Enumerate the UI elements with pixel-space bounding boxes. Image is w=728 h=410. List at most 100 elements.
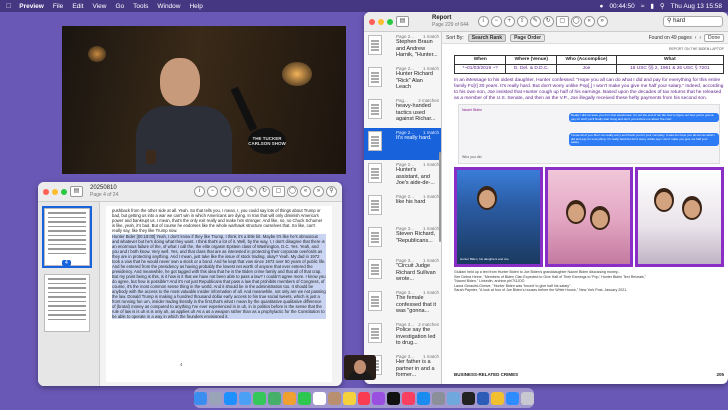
markup-toolbar-icon[interactable]: ▢ bbox=[272, 186, 285, 197]
menu-go[interactable]: Go bbox=[116, 3, 125, 10]
next-page-icon[interactable]: » bbox=[313, 186, 324, 197]
search-result-item[interactable]: Pag... 2 matches heavy-handed tactics used… bbox=[364, 96, 441, 128]
share-icon[interactable]: ⇧ bbox=[233, 186, 244, 197]
battery-icon[interactable]: ▮ bbox=[650, 2, 654, 10]
menu-app-name[interactable]: Preview bbox=[19, 3, 44, 10]
markup-toolbar-icon[interactable]: ▢ bbox=[555, 16, 569, 27]
thumbnail-sidebar[interactable]: 4 bbox=[38, 202, 100, 386]
appstore-icon[interactable] bbox=[417, 391, 430, 405]
safari-icon[interactable] bbox=[223, 391, 237, 405]
page-thumbnail[interactable] bbox=[44, 274, 90, 332]
apple-menu-icon[interactable]:  bbox=[6, 3, 11, 10]
minimize-icon[interactable] bbox=[52, 188, 58, 195]
calendar-icon[interactable] bbox=[312, 391, 326, 405]
word-icon[interactable] bbox=[476, 391, 490, 405]
report-window[interactable]: ▤ Report Page 229 of 644 i − + ⇧ ✎ ↻ ▢ ◯… bbox=[364, 12, 728, 384]
search-result-item[interactable]: Page 3... 1 match Steven Richard, "Republi… bbox=[364, 224, 441, 256]
search-result-item[interactable]: Page 3... 1 match The female confessed tha… bbox=[364, 288, 441, 320]
search-menu-icon[interactable]: ⚲ bbox=[660, 2, 665, 10]
search-result-item[interactable]: Page 3... 1 match "Circuit Judge Richard S… bbox=[364, 256, 441, 288]
facetime-icon[interactable] bbox=[298, 391, 311, 405]
search-result-item[interactable]: Page 2... 1 match Hunter's assistant, and … bbox=[364, 160, 441, 192]
rotate-icon[interactable]: ↻ bbox=[259, 186, 270, 197]
finder-icon[interactable] bbox=[193, 391, 207, 405]
previous-page-icon[interactable]: « bbox=[300, 186, 311, 197]
clock[interactable]: Thu Aug 13 15:58 bbox=[671, 3, 722, 10]
fullscreen-icon[interactable] bbox=[61, 188, 67, 195]
result-thumbnail bbox=[368, 323, 382, 343]
previous-page-icon[interactable]: « bbox=[583, 16, 595, 27]
trash-icon[interactable] bbox=[521, 391, 535, 405]
maps-icon[interactable] bbox=[268, 391, 282, 405]
notes-icon[interactable] bbox=[342, 391, 356, 405]
results-scrollbar[interactable] bbox=[439, 152, 441, 242]
zoom-out-icon[interactable]: − bbox=[490, 16, 502, 27]
highlight-icon[interactable]: ◯ bbox=[570, 16, 582, 27]
fullscreen-icon[interactable] bbox=[387, 18, 393, 25]
zoom-out-icon[interactable]: − bbox=[207, 186, 218, 197]
info-icon[interactable]: i bbox=[477, 16, 489, 27]
search-input[interactable]: ⚲ hard bbox=[663, 16, 723, 27]
minimize-icon[interactable] bbox=[378, 18, 384, 25]
share-icon[interactable]: ⇧ bbox=[516, 16, 528, 27]
menu-file[interactable]: File bbox=[53, 3, 63, 10]
record-icon[interactable]: ● bbox=[600, 3, 604, 10]
menu-edit[interactable]: Edit bbox=[72, 3, 83, 10]
photo-strip: Hunter Biden, his daughters and Joe bbox=[454, 167, 724, 267]
chrome-icon[interactable] bbox=[491, 391, 505, 405]
sidebar-toggle-icon[interactable]: ▤ bbox=[396, 16, 409, 27]
next-page-icon[interactable]: » bbox=[596, 16, 608, 27]
search-result-item[interactable]: Page 2... 1 match Hunter Richard "Rick" Al… bbox=[364, 64, 441, 96]
launchpad-icon[interactable] bbox=[208, 391, 222, 405]
chat-contact-name: Naomi Biden bbox=[462, 108, 483, 112]
search-results-list[interactable]: Page 2... 1 match Stephen Braun and Andrew… bbox=[364, 32, 442, 384]
preview-icon[interactable] bbox=[446, 391, 460, 405]
wifi-icon[interactable]: ≈ bbox=[641, 3, 645, 10]
search-result-item[interactable]: Page 2... 1 match like his hard bbox=[364, 192, 441, 224]
highlight-icon[interactable]: ◯ bbox=[287, 186, 298, 197]
next-result-icon[interactable]: › bbox=[699, 35, 701, 41]
rotate-icon[interactable]: ↻ bbox=[542, 16, 554, 27]
sort-page-order-button[interactable]: Page Order bbox=[510, 33, 546, 42]
tv-icon[interactable] bbox=[387, 391, 401, 405]
zoom-icon[interactable] bbox=[506, 391, 520, 405]
search-result-item[interactable]: Page 3... 2 matches Police say the investi… bbox=[364, 320, 441, 352]
result-thumbnail bbox=[368, 291, 382, 311]
podcasts-icon[interactable] bbox=[372, 391, 386, 405]
photos-icon[interactable] bbox=[283, 391, 297, 405]
page-thumbnail[interactable] bbox=[42, 206, 92, 268]
close-icon[interactable] bbox=[369, 18, 375, 25]
menu-help[interactable]: Help bbox=[189, 3, 202, 10]
search-icon[interactable]: ⚲ bbox=[326, 186, 337, 197]
zoom-in-icon[interactable]: + bbox=[503, 16, 515, 27]
menu-view[interactable]: View bbox=[93, 3, 107, 10]
menu-tools[interactable]: Tools bbox=[133, 3, 148, 10]
markup-icon[interactable]: ✎ bbox=[246, 186, 257, 197]
zoom-in-icon[interactable]: + bbox=[220, 186, 231, 197]
contacts-icon[interactable] bbox=[327, 391, 341, 405]
webcam-overlay[interactable] bbox=[344, 355, 376, 380]
settings-icon[interactable] bbox=[431, 391, 445, 405]
messages-icon[interactable] bbox=[253, 391, 267, 405]
search-result-item[interactable]: Page 2... 1 match Stephen Braun and Andrew… bbox=[364, 32, 441, 64]
result-snippet: Police say the investigation led to drug… bbox=[396, 327, 436, 346]
close-icon[interactable] bbox=[43, 188, 49, 195]
result-snippet: heavy-handed tactics used against Richar… bbox=[396, 103, 436, 122]
previous-result-icon[interactable]: ‹ bbox=[695, 35, 697, 41]
document-window[interactable]: ▤ 20250810 Page 4 of 24 i − + ⇧ ✎ ↻ ▢ ◯ … bbox=[38, 182, 342, 386]
terminal-icon[interactable] bbox=[461, 391, 475, 405]
report-page[interactable]: REPORT ON THE BIDEN LAPTOP When Where (V… bbox=[454, 46, 724, 382]
highlighted-paragraph: Hunter Bider [00:18:00] Yeah, I don't kn… bbox=[112, 234, 326, 319]
info-icon[interactable]: i bbox=[194, 186, 205, 197]
search-result-item[interactable]: Page 2... 1 match It's really hard. bbox=[364, 128, 441, 160]
video-window[interactable]: THE TUCKER CARLSON SHOW bbox=[62, 26, 346, 174]
news-icon[interactable] bbox=[402, 391, 416, 405]
done-button[interactable]: Done bbox=[704, 33, 724, 42]
sort-search-rank-button[interactable]: Search Rank bbox=[467, 33, 507, 42]
document-page[interactable]: pushback from the other side at all. Yea… bbox=[106, 206, 332, 382]
markup-icon[interactable]: ✎ bbox=[529, 16, 541, 27]
music-icon[interactable] bbox=[357, 391, 371, 405]
menu-window[interactable]: Window bbox=[157, 3, 180, 10]
mail-icon[interactable] bbox=[238, 391, 252, 405]
sidebar-toggle-icon[interactable]: ▤ bbox=[70, 186, 83, 197]
